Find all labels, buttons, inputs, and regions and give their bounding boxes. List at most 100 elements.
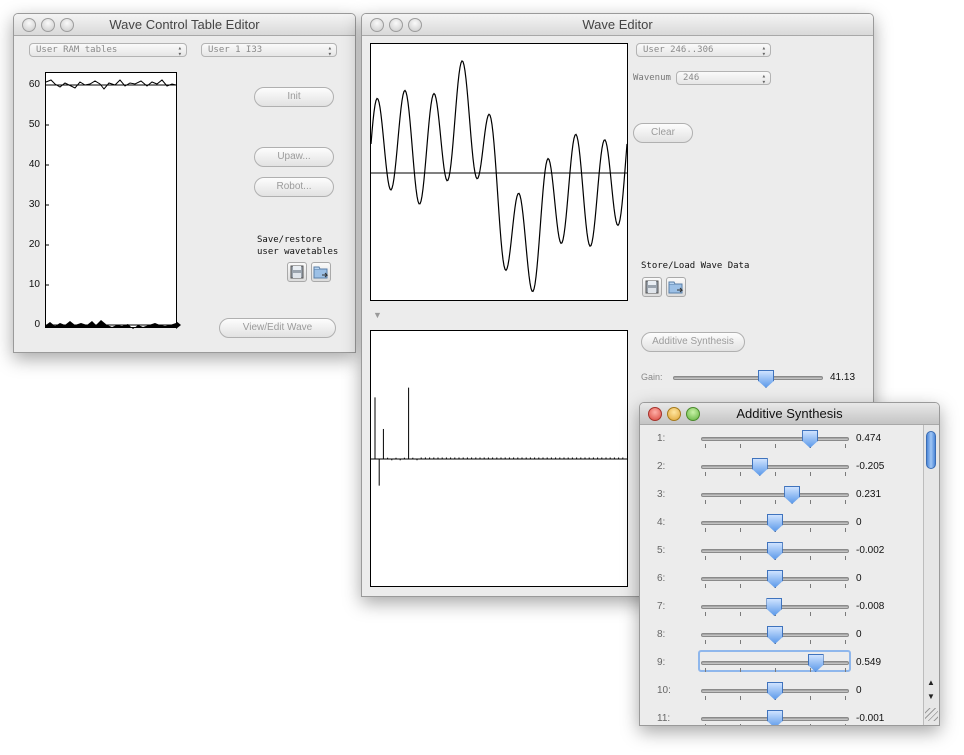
waveform-plot[interactable] — [370, 43, 628, 302]
harmonic-slider-thumb[interactable] — [784, 486, 801, 504]
slider-tick — [740, 584, 741, 588]
view-edit-wave-button[interactable]: View/Edit Wave — [219, 318, 336, 338]
harmonic-value: 0 — [856, 685, 862, 696]
slider-tick — [705, 724, 706, 725]
harmonic-label: 9: — [657, 657, 666, 668]
harmonic-label: 6: — [657, 573, 666, 584]
robot-button[interactable]: Robot... — [254, 177, 334, 197]
slider-tick — [845, 528, 846, 532]
harmonic-label: 4: — [657, 517, 666, 528]
slider-tick — [810, 640, 811, 644]
slider-tick — [740, 500, 741, 504]
slider-tick — [845, 640, 846, 644]
slider-tick — [810, 500, 811, 504]
wave-range-value: User 246..306 — [643, 45, 714, 55]
table-type-value: User RAM tables — [36, 45, 118, 55]
harmonic-value: -0.205 — [856, 461, 885, 472]
slider-tick — [740, 472, 741, 476]
wave-control-window: Wave Control Table Editor User RAM table… — [13, 13, 356, 353]
floppy-disk-icon — [645, 280, 659, 294]
additive-synthesis-button[interactable]: Additive Synthesis — [641, 332, 745, 352]
harmonic-value: 0 — [856, 573, 862, 584]
init-button[interactable]: Init — [254, 87, 334, 107]
harmonic-label: 8: — [657, 629, 666, 640]
slider-tick — [845, 612, 846, 616]
load-wave-button[interactable] — [666, 277, 686, 297]
y-tick-50: 50 — [28, 119, 40, 130]
clear-button[interactable]: Clear — [633, 123, 693, 143]
harmonic-row: 10: 0 — [640, 682, 923, 711]
harmonic-label: 3: — [657, 489, 666, 500]
slider-tick — [845, 472, 846, 476]
harmonic-row: 3: 0.231 — [640, 486, 923, 515]
harmonic-value: -0.002 — [856, 545, 885, 556]
slider-tick — [810, 696, 811, 700]
slider-tick — [845, 584, 846, 588]
user-table-value: User 1 I33 — [208, 45, 263, 55]
arrow-up-icon[interactable]: ▲ — [927, 678, 935, 687]
scrollbar-thumb[interactable] — [926, 431, 936, 469]
spectrum-plot[interactable] — [370, 330, 628, 588]
slider-tick — [845, 668, 846, 672]
slider-tick — [810, 612, 811, 616]
harmonic-row: 2: -0.205 — [640, 458, 923, 487]
slider-tick — [705, 444, 706, 448]
gain-slider-thumb[interactable] — [758, 370, 774, 388]
slider-tick — [775, 472, 776, 476]
harmonic-slider-track[interactable] — [701, 437, 849, 441]
harmonic-slider-thumb[interactable] — [751, 458, 768, 476]
save-restore-label-2: user wavetables — [257, 247, 339, 257]
store-wave-button[interactable] — [642, 277, 662, 297]
slider-tick — [705, 696, 706, 700]
wave-editor-titlebar[interactable]: Wave Editor — [362, 14, 873, 36]
save-wavetables-button[interactable] — [287, 262, 307, 282]
load-wavetables-button[interactable] — [311, 262, 331, 282]
gain-label: Gain: — [641, 372, 663, 382]
slider-tick — [740, 556, 741, 560]
wavenum-label: Wavenum — [633, 73, 671, 83]
gain-value: 41.13 — [830, 372, 856, 383]
harmonic-slider-track[interactable] — [701, 493, 849, 497]
additive-titlebar[interactable]: Additive Synthesis — [640, 403, 939, 425]
harmonic-slider-thumb[interactable] — [766, 598, 783, 616]
harmonic-slider-thumb[interactable] — [767, 514, 783, 532]
wave-range-select[interactable]: User 246..306 ▴ ▾ — [636, 43, 771, 57]
table-type-select[interactable]: User RAM tables ▴ ▾ — [29, 43, 187, 57]
user-table-select[interactable]: User 1 I33 ▴ ▾ — [201, 43, 337, 57]
harmonic-slider-thumb[interactable] — [766, 710, 783, 725]
harmonic-row: 6: 0 — [640, 570, 923, 599]
harmonic-slider-thumb[interactable] — [767, 570, 783, 588]
harmonic-row: 1: 0.474 — [640, 430, 923, 459]
gain-slider-track[interactable] — [673, 376, 823, 380]
resize-grip-icon[interactable] — [925, 708, 938, 721]
upaw-button[interactable]: Upaw... — [254, 147, 334, 167]
slider-tick — [705, 584, 706, 588]
harmonic-slider-track[interactable] — [701, 465, 849, 469]
harmonic-slider-thumb[interactable] — [767, 626, 783, 644]
slider-tick — [705, 528, 706, 532]
y-tick-10: 10 — [28, 279, 40, 290]
scrollbar[interactable]: ▲ ▼ — [923, 425, 939, 725]
wave-control-titlebar[interactable]: Wave Control Table Editor — [14, 14, 355, 36]
triangle-down-icon[interactable]: ▼ — [373, 310, 382, 320]
harmonic-slider-thumb[interactable] — [767, 682, 783, 700]
harmonic-slider-thumb[interactable] — [802, 430, 819, 448]
slider-tick — [810, 528, 811, 532]
harmonic-slider-track[interactable] — [701, 661, 849, 665]
y-tick-0: 0 — [34, 319, 40, 330]
slider-tick — [845, 500, 846, 504]
wavenum-select[interactable]: 246 ▴ ▾ — [676, 71, 771, 85]
harmonic-label: 7: — [657, 601, 666, 612]
harmonic-value: 0 — [856, 629, 862, 640]
slider-tick — [845, 724, 846, 725]
harmonic-value: 0.549 — [856, 657, 882, 668]
harmonic-value: -0.001 — [856, 713, 885, 724]
harmonic-row: 11: -0.001 — [640, 710, 923, 725]
slider-tick — [705, 472, 706, 476]
arrow-down-icon[interactable]: ▼ — [927, 692, 935, 701]
slider-tick — [705, 556, 706, 560]
harmonic-list: 1: 0.474 2: -0.205 3: 0.231 4: 0 5: -0.002 6: 0 7: -0… — [640, 425, 923, 725]
wave-control-plot[interactable] — [45, 72, 183, 334]
harmonic-row: 5: -0.002 — [640, 542, 923, 571]
harmonic-slider-thumb[interactable] — [766, 542, 783, 560]
